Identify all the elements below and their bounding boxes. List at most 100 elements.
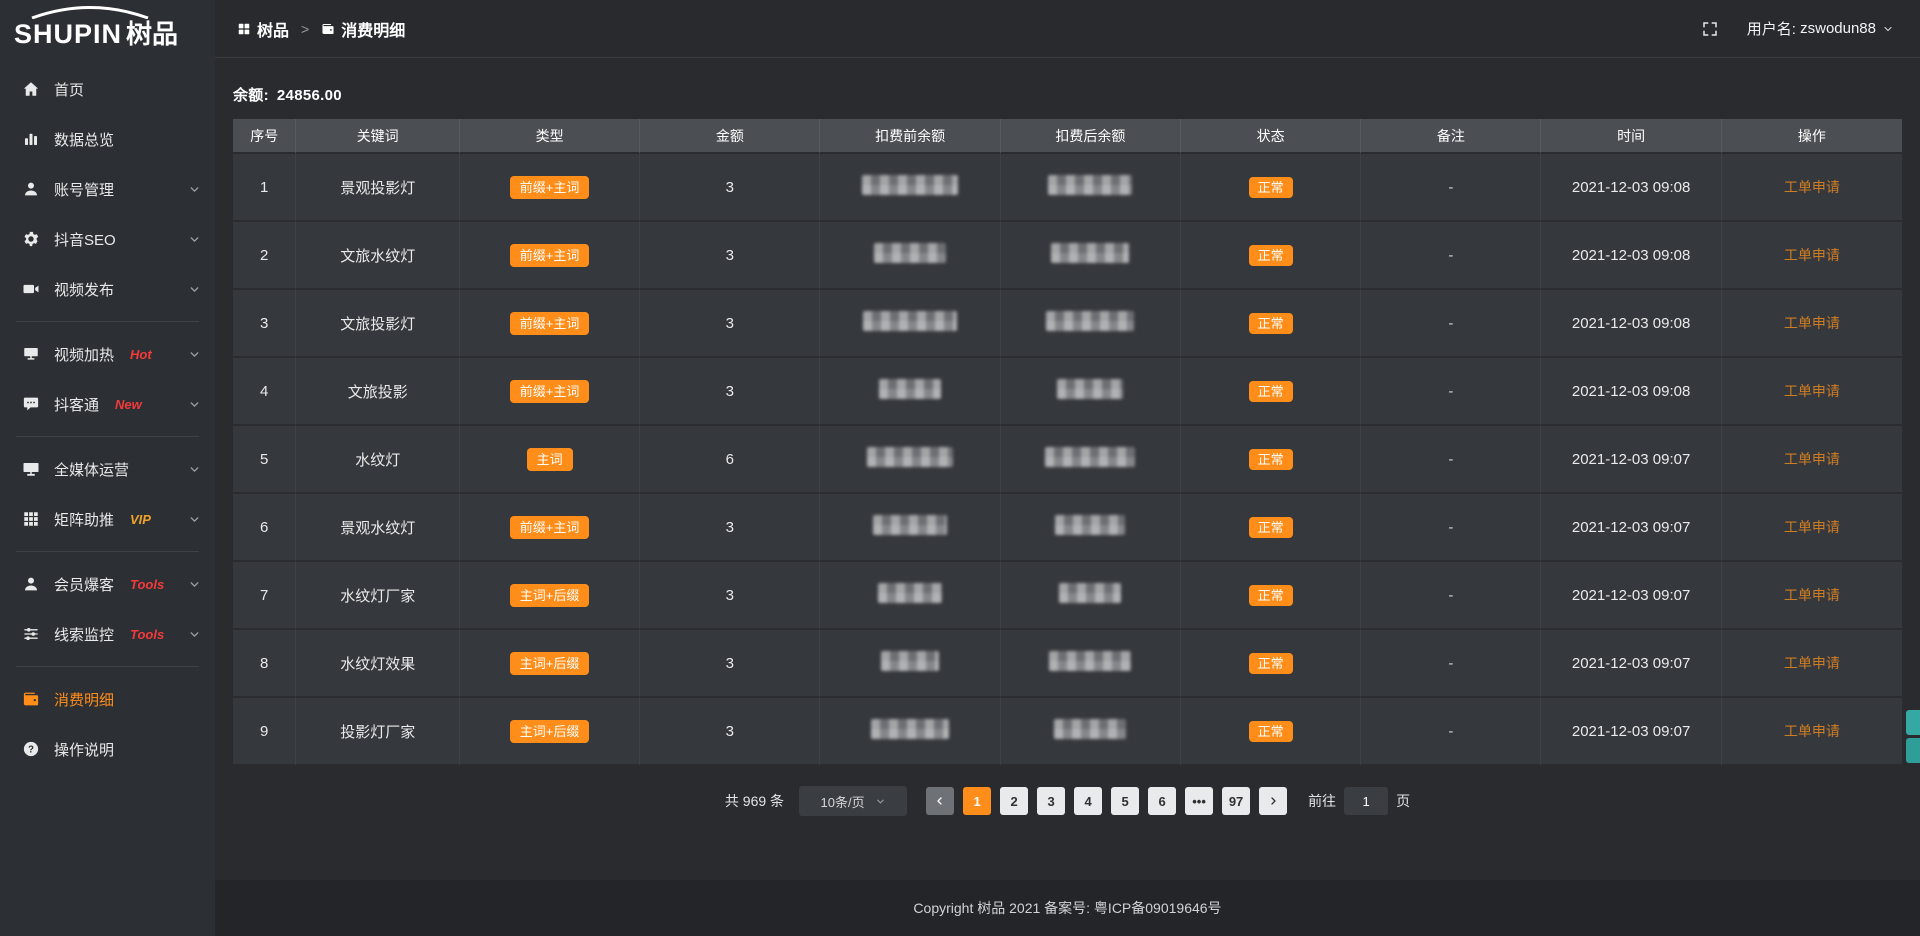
masked-balance xyxy=(862,175,958,195)
floating-widget-bottom[interactable] xyxy=(1906,738,1920,763)
footer-copyright: Copyright 树品 2021 备案号: 粤ICP备09019646号 xyxy=(913,898,1221,918)
masked-balance xyxy=(867,447,953,467)
member-icon xyxy=(22,575,40,593)
work-order-link[interactable]: 工单申请 xyxy=(1784,655,1840,671)
cell-keyword: 景观水纹灯 xyxy=(296,494,460,562)
cell-keyword: 文旅投影 xyxy=(296,358,460,426)
masked-balance xyxy=(879,379,941,399)
sidebar-item-member-baoke[interactable]: 会员爆客Tools xyxy=(0,559,215,609)
table-row: 2文旅水纹灯前缀+主词3正常-2021-12-03 09:08工单申请 xyxy=(233,222,1902,290)
sidebar-item-douketong[interactable]: 抖客通New xyxy=(0,379,215,429)
cell-time: 2021-12-03 09:08 xyxy=(1541,358,1721,426)
cell-status: 正常 xyxy=(1181,222,1361,290)
svg-text:?: ? xyxy=(28,744,34,755)
cell-type: 前缀+主词 xyxy=(460,290,640,358)
balance-value: 24856.00 xyxy=(277,87,342,104)
column-header-amount: 金额 xyxy=(640,119,820,154)
sidebar-item-operation-guide[interactable]: ?操作说明 xyxy=(0,724,215,774)
page-button-2[interactable]: 2 xyxy=(1000,787,1028,815)
sidebar-item-matrix-boost[interactable]: 矩阵助推VIP xyxy=(0,494,215,544)
floating-widget-top[interactable] xyxy=(1906,710,1920,735)
table-row: 4文旅投影前缀+主词3正常-2021-12-03 09:08工单申请 xyxy=(233,358,1902,426)
breadcrumb-separator: > xyxy=(301,21,309,37)
cell-keyword: 水纹灯厂家 xyxy=(296,562,460,630)
cell-type: 前缀+主词 xyxy=(460,222,640,290)
status-badge: 正常 xyxy=(1249,313,1293,334)
work-order-link[interactable]: 工单申请 xyxy=(1784,587,1840,603)
cell-action: 工单申请 xyxy=(1722,222,1902,290)
work-order-link[interactable]: 工单申请 xyxy=(1784,383,1840,399)
bar-chart-icon xyxy=(22,130,40,148)
sidebar-item-video-publish[interactable]: 视频发布 xyxy=(0,264,215,314)
app-root: SHUPIN树品 首页数据总览账号管理抖音SEO视频发布视频加热Hot抖客通Ne… xyxy=(0,0,1920,936)
sidebar-item-home[interactable]: 首页 xyxy=(0,64,215,114)
status-badge: 正常 xyxy=(1249,177,1293,198)
more-pages-button[interactable]: ••• xyxy=(1185,787,1213,815)
pagination: 共 969 条10条/页123456•••97前往页 xyxy=(233,786,1902,816)
table-row: 7水纹灯厂家主词+后缀3正常-2021-12-03 09:07工单申请 xyxy=(233,562,1902,630)
goto-suffix-label: 页 xyxy=(1396,791,1410,811)
type-badge: 前缀+主词 xyxy=(510,380,590,403)
cell-index: 9 xyxy=(233,698,296,766)
page-button-4[interactable]: 4 xyxy=(1074,787,1102,815)
column-header-index: 序号 xyxy=(233,119,296,154)
page-button-5[interactable]: 5 xyxy=(1111,787,1139,815)
page-button-97[interactable]: 97 xyxy=(1222,787,1250,815)
prev-page-button[interactable] xyxy=(926,787,954,815)
cell-keyword: 文旅投影灯 xyxy=(296,290,460,358)
table-row: 1景观投影灯前缀+主词3正常-2021-12-03 09:08工单申请 xyxy=(233,154,1902,222)
work-order-link[interactable]: 工单申请 xyxy=(1784,179,1840,195)
chevron-down-icon xyxy=(188,283,201,296)
cell-pre-balance xyxy=(820,494,1000,562)
cell-amount: 3 xyxy=(640,154,820,222)
page-button-6[interactable]: 6 xyxy=(1148,787,1176,815)
masked-balance xyxy=(881,651,939,671)
page-button-3[interactable]: 3 xyxy=(1037,787,1065,815)
sidebar-item-data-overview[interactable]: 数据总览 xyxy=(0,114,215,164)
sidebar-item-label: 账号管理 xyxy=(54,179,114,200)
page-button-1[interactable]: 1 xyxy=(963,787,991,815)
cell-keyword: 水纹灯效果 xyxy=(296,630,460,698)
sidebar-item-media-operation[interactable]: 全媒体运营 xyxy=(0,444,215,494)
cell-time: 2021-12-03 09:07 xyxy=(1541,426,1721,494)
user-menu[interactable]: 用户名: zswodun88 xyxy=(1747,18,1894,39)
goto-page-input[interactable] xyxy=(1344,787,1388,815)
sidebar-item-video-heating[interactable]: 视频加热Hot xyxy=(0,329,215,379)
breadcrumb-item[interactable]: 树品 xyxy=(237,17,289,41)
next-page-button[interactable] xyxy=(1259,787,1287,815)
cell-type: 主词+后缀 xyxy=(460,562,640,630)
type-badge: 前缀+主词 xyxy=(510,516,590,539)
sidebar-item-douyin-seo[interactable]: 抖音SEO xyxy=(0,214,215,264)
work-order-link[interactable]: 工单申请 xyxy=(1784,723,1840,739)
menu-divider xyxy=(16,436,199,437)
sidebar-item-label: 抖客通 xyxy=(54,394,99,415)
masked-balance xyxy=(1054,719,1126,739)
work-order-link[interactable]: 工单申请 xyxy=(1784,247,1840,263)
sidebar-item-consumption-detail[interactable]: 消费明细 xyxy=(0,674,215,724)
breadcrumb-item[interactable]: 消费明细 xyxy=(321,17,405,41)
work-order-link[interactable]: 工单申请 xyxy=(1784,519,1840,535)
chevron-down-icon xyxy=(1882,23,1894,35)
work-order-link[interactable]: 工单申请 xyxy=(1784,315,1840,331)
cell-pre-balance xyxy=(820,630,1000,698)
cell-pre-balance xyxy=(820,426,1000,494)
cell-type: 主词+后缀 xyxy=(460,698,640,766)
cell-post-balance xyxy=(1001,698,1181,766)
cell-index: 7 xyxy=(233,562,296,630)
cell-time: 2021-12-03 09:08 xyxy=(1541,154,1721,222)
work-order-link[interactable]: 工单申请 xyxy=(1784,451,1840,467)
cell-post-balance xyxy=(1001,154,1181,222)
sidebar-item-account-management[interactable]: 账号管理 xyxy=(0,164,215,214)
topbar: 树品 > 消费明细 用户名: zswodun88 xyxy=(215,0,1920,58)
logo-text: SHUPIN xyxy=(14,19,122,49)
sidebar-item-lead-monitor[interactable]: 线索监控Tools xyxy=(0,609,215,659)
fullscreen-icon[interactable] xyxy=(1701,20,1719,38)
page-size-select[interactable]: 10条/页 xyxy=(799,786,907,816)
logo-suffix: 树品 xyxy=(126,19,178,49)
type-badge: 前缀+主词 xyxy=(510,176,590,199)
floating-widget[interactable] xyxy=(1906,710,1920,763)
cell-amount: 3 xyxy=(640,290,820,358)
table-row: 8水纹灯效果主词+后缀3正常-2021-12-03 09:07工单申请 xyxy=(233,630,1902,698)
cell-note: - xyxy=(1361,426,1541,494)
cell-type: 前缀+主词 xyxy=(460,494,640,562)
